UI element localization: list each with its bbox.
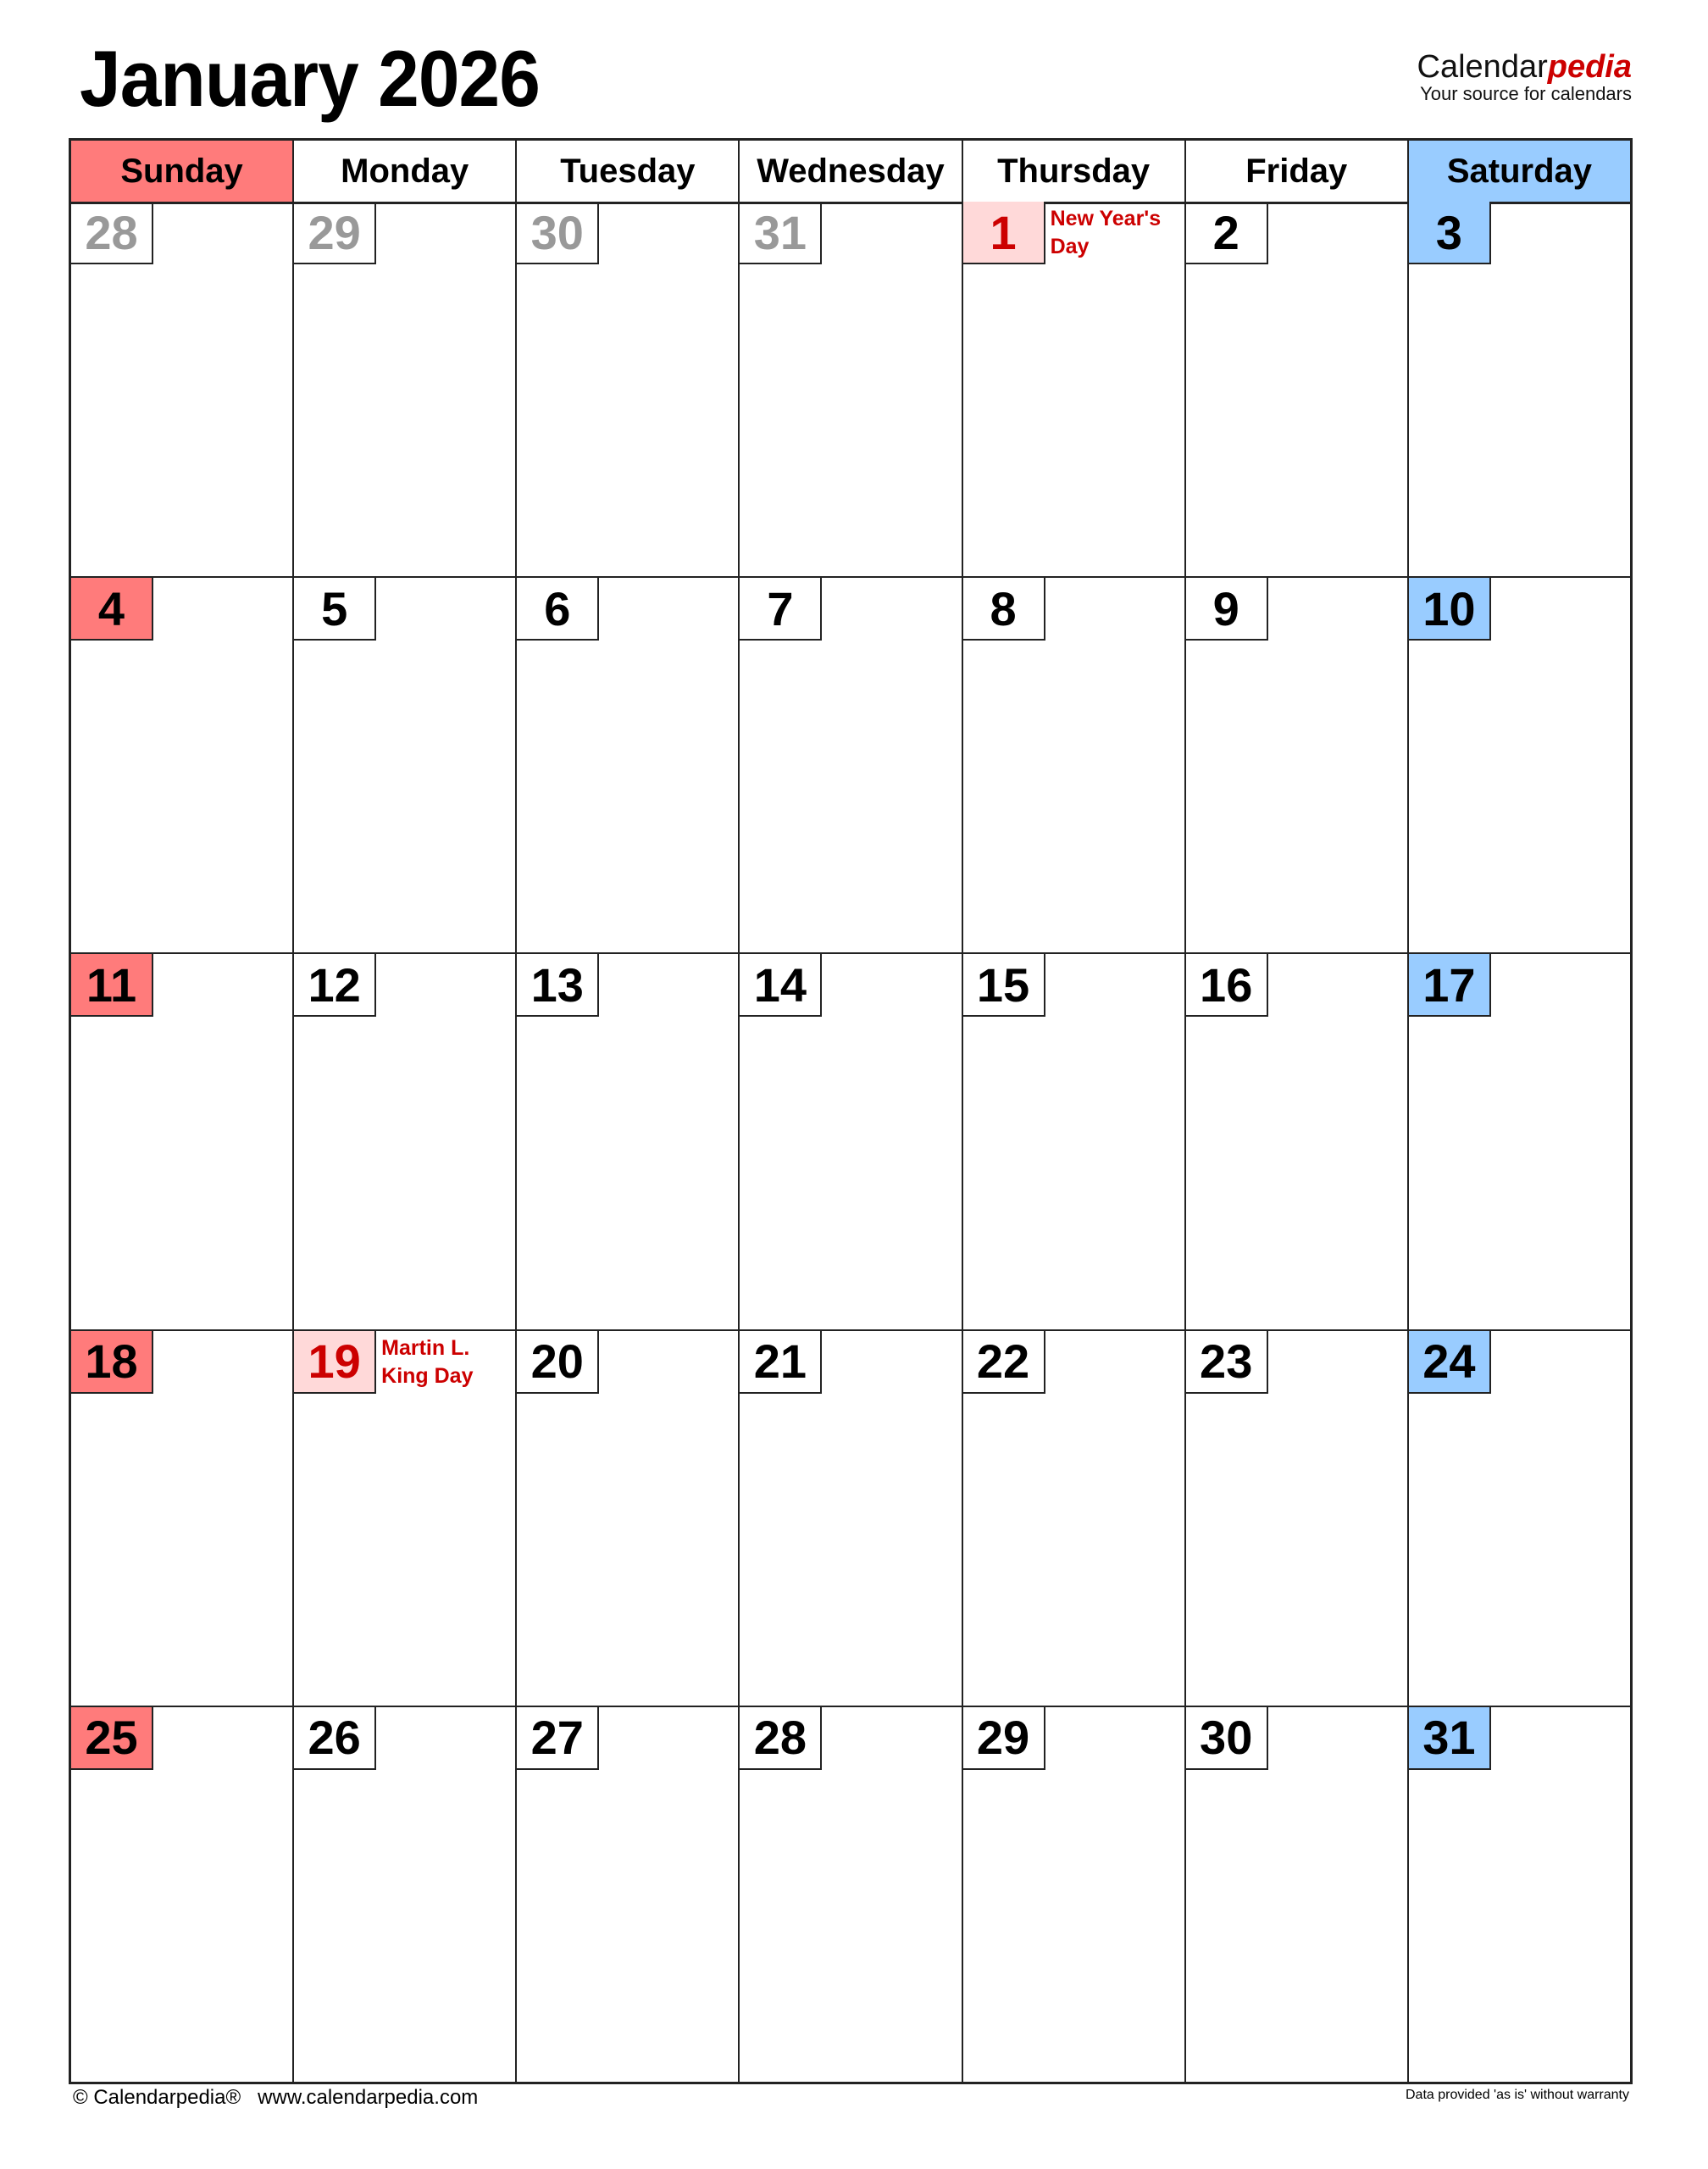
- day-cell[interactable]: 12: [292, 954, 515, 1329]
- day-number: 10: [1408, 578, 1491, 641]
- week-row: 25 26 27 28 29 30 31: [71, 1705, 1630, 2083]
- footer-left: © Calendarpedia® www.calendarpedia.com: [73, 2086, 478, 2110]
- weekday-thursday: Thursday: [961, 141, 1184, 202]
- day-cell[interactable]: 30: [515, 202, 738, 577]
- day-cell[interactable]: 18: [71, 1330, 292, 1706]
- day-cell[interactable]: 31: [738, 202, 961, 577]
- day-number: 7: [740, 578, 823, 641]
- week-row: 4 5 6 7 8 9 10: [71, 576, 1630, 953]
- weekday-wednesday: Wednesday: [738, 141, 961, 202]
- day-number: 8: [962, 578, 1045, 641]
- day-cell[interactable]: 20: [515, 1330, 738, 1706]
- day-number: 4: [71, 578, 153, 641]
- footer-url[interactable]: www.calendarpedia.com: [258, 2086, 478, 2109]
- day-number: 26: [294, 1706, 377, 1770]
- weekday-tuesday: Tuesday: [515, 141, 738, 202]
- day-number: 29: [294, 202, 377, 264]
- day-cell[interactable]: 30: [1184, 1706, 1407, 2083]
- brand-logo[interactable]: Calendarpedia Your source for calendars: [1417, 51, 1632, 103]
- day-number: 31: [1408, 1706, 1491, 1770]
- brand-name: Calendarpedia: [1417, 51, 1632, 83]
- day-number: 23: [1185, 1330, 1268, 1394]
- day-number: 6: [517, 578, 600, 641]
- brand-tagline: Your source for calendars: [1420, 83, 1632, 104]
- day-number: 5: [294, 578, 377, 641]
- day-cell[interactable]: 15: [961, 954, 1184, 1329]
- day-number: 25: [71, 1706, 153, 1770]
- footer-disclaimer: Data provided 'as is' without warranty: [1405, 2088, 1629, 2102]
- day-cell[interactable]: 11: [71, 954, 292, 1329]
- day-cell[interactable]: 21: [738, 1330, 961, 1706]
- page-title: January 2026: [80, 34, 541, 123]
- day-number: 21: [740, 1330, 823, 1394]
- day-number: 20: [517, 1330, 600, 1394]
- week-row: 28 29 30 31 1 New Year's Day 2 3: [71, 202, 1630, 577]
- day-number: 11: [71, 954, 153, 1018]
- day-cell[interactable]: 22: [961, 1330, 1184, 1706]
- day-cell[interactable]: 29: [292, 202, 515, 577]
- day-cell[interactable]: 13: [515, 954, 738, 1329]
- day-cell[interactable]: 25: [71, 1706, 292, 2082]
- day-cell[interactable]: 19 Martin L. King Day: [292, 1330, 515, 1706]
- day-cell[interactable]: 1 New Year's Day: [961, 202, 1184, 577]
- day-number: 28: [71, 202, 153, 264]
- weekday-friday: Friday: [1184, 141, 1407, 202]
- day-cell[interactable]: 29: [961, 1706, 1184, 2083]
- day-number: 27: [517, 1706, 600, 1770]
- day-cell[interactable]: 14: [738, 954, 961, 1329]
- day-cell[interactable]: 9: [1184, 578, 1407, 953]
- holiday-label: Martin L. King Day: [381, 1335, 474, 1388]
- weeks-container: 28 29 30 31 1 New Year's Day 2 3 4 5 6 7 8 9 10 11 12 13 1…: [71, 202, 1630, 2083]
- weekday-saturday: Saturday: [1406, 141, 1630, 202]
- day-number: 29: [962, 1706, 1045, 1770]
- day-number: 30: [517, 202, 600, 264]
- day-cell[interactable]: 23: [1184, 1330, 1407, 1706]
- day-number: 30: [1185, 1706, 1268, 1770]
- day-number: 17: [1408, 954, 1491, 1018]
- day-number: 16: [1185, 954, 1268, 1018]
- day-number: 13: [517, 954, 600, 1018]
- weekday-monday: Monday: [292, 141, 515, 202]
- brand-name-plain: Calendar: [1417, 49, 1548, 85]
- weekday-header-row: Sunday Monday Tuesday Wednesday Thursday…: [71, 141, 1630, 204]
- day-cell[interactable]: 8: [961, 578, 1184, 953]
- day-number: 3: [1408, 202, 1491, 264]
- day-cell[interactable]: 31: [1406, 1706, 1630, 2083]
- day-cell[interactable]: 28: [738, 1706, 961, 2083]
- day-number: 28: [740, 1706, 823, 1770]
- weekday-sunday: Sunday: [71, 141, 293, 202]
- day-number: 22: [962, 1330, 1045, 1394]
- day-cell[interactable]: 6: [515, 578, 738, 953]
- day-number: 18: [71, 1330, 153, 1394]
- holiday-label: New Year's Day: [1050, 207, 1162, 258]
- day-cell[interactable]: 27: [515, 1706, 738, 2083]
- day-cell[interactable]: 7: [738, 578, 961, 953]
- day-cell[interactable]: 3: [1406, 202, 1630, 577]
- day-cell[interactable]: 16: [1184, 954, 1407, 1329]
- day-number: 2: [1185, 202, 1268, 264]
- day-cell[interactable]: 10: [1406, 578, 1630, 953]
- week-row: 11 12 13 14 15 16 17: [71, 952, 1630, 1329]
- day-cell[interactable]: 24: [1406, 1330, 1630, 1706]
- day-number: 24: [1408, 1330, 1491, 1394]
- brand-name-accent: pedia: [1547, 49, 1632, 85]
- day-cell[interactable]: 26: [292, 1706, 515, 2083]
- week-row: 18 19 Martin L. King Day 20 21 22 23 24: [71, 1329, 1630, 1706]
- day-number: 12: [294, 954, 377, 1018]
- day-number: 14: [740, 954, 823, 1018]
- day-cell[interactable]: 28: [71, 202, 292, 576]
- day-number: 9: [1185, 578, 1268, 641]
- day-cell[interactable]: 2: [1184, 202, 1407, 577]
- footer-copyright: © Calendarpedia®: [73, 2086, 241, 2109]
- day-number: 19: [294, 1330, 377, 1394]
- calendar-grid: Sunday Monday Tuesday Wednesday Thursday…: [69, 138, 1633, 2084]
- day-number: 31: [740, 202, 823, 264]
- day-cell[interactable]: 17: [1406, 954, 1630, 1329]
- day-cell[interactable]: 5: [292, 578, 515, 953]
- day-number: 1: [962, 202, 1045, 264]
- day-cell[interactable]: 4: [71, 578, 292, 952]
- day-number: 15: [962, 954, 1045, 1018]
